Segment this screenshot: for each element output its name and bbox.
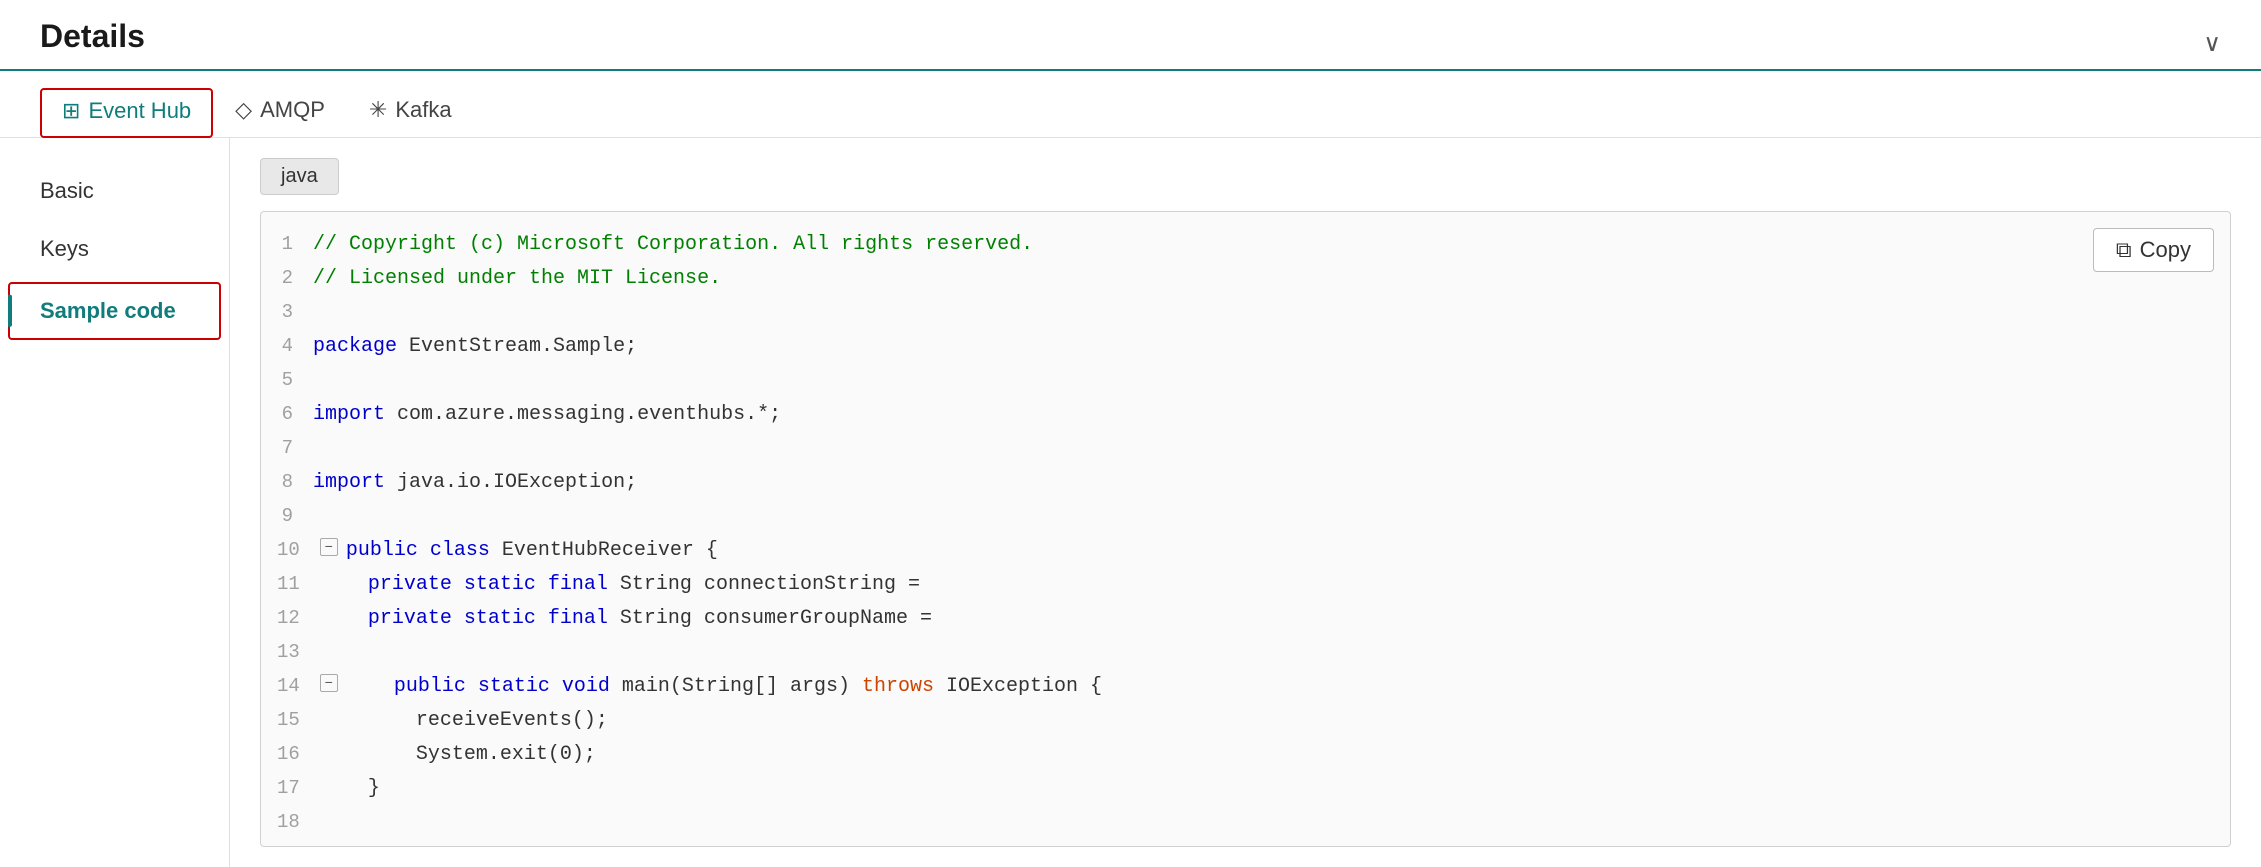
table-row: 2 // Licensed under the MIT License. xyxy=(261,262,2230,296)
table-row: 1 // Copyright (c) Microsoft Corporation… xyxy=(261,228,2230,262)
fold-button-10[interactable]: − xyxy=(320,538,338,556)
copy-button[interactable]: ⧉ Copy xyxy=(2093,228,2214,272)
tab-kafka[interactable]: ✳ Kafka xyxy=(347,87,474,137)
page-title: Details xyxy=(40,18,145,69)
tab-kafka-label: Kafka xyxy=(395,97,451,123)
table-row: 3 xyxy=(261,296,2230,330)
table-row: 8 import java.io.IOException; xyxy=(261,466,2230,500)
main-content: Basic Keys Sample code java ⧉ Copy xyxy=(0,138,2261,867)
tab-event-hub-label: Event Hub xyxy=(88,98,191,124)
tab-event-hub[interactable]: ⊞ Event Hub xyxy=(40,88,213,138)
table-row: 10 − public class EventHubReceiver { xyxy=(261,534,2230,568)
language-selector[interactable]: java xyxy=(260,158,339,195)
sidebar: Basic Keys Sample code xyxy=(0,138,230,867)
sidebar-item-sample-code[interactable]: Sample code xyxy=(8,282,221,340)
page-header: Details ∨ xyxy=(0,0,2261,71)
sidebar-item-sample-code-label: Sample code xyxy=(40,298,176,323)
table-row: 6 import com.azure.messaging.eventhubs.*… xyxy=(261,398,2230,432)
event-hub-icon: ⊞ xyxy=(62,98,80,124)
table-row: 16 System.exit(0); xyxy=(261,738,2230,772)
tabs-row: ⊞ Event Hub ◇ AMQP ✳ Kafka xyxy=(0,71,2261,138)
copy-label: Copy xyxy=(2140,237,2191,263)
kafka-icon: ✳ xyxy=(369,97,387,123)
table-row: 7 xyxy=(261,432,2230,466)
code-block: 1 // Copyright (c) Microsoft Corporation… xyxy=(261,212,2230,847)
code-container: ⧉ Copy 1 // Copyright (c) Microsoft Corp… xyxy=(260,211,2231,847)
table-row: 12 private static final String consumerG… xyxy=(261,602,2230,636)
code-area: java ⧉ Copy 1 // Copyright (c) Microsoft… xyxy=(230,138,2261,867)
table-row: 9 xyxy=(261,500,2230,534)
sidebar-item-keys[interactable]: Keys xyxy=(0,220,229,278)
amqp-icon: ◇ xyxy=(235,97,252,123)
sidebar-item-basic-label: Basic xyxy=(40,178,94,203)
table-row: 13 xyxy=(261,636,2230,670)
sidebar-item-keys-label: Keys xyxy=(40,236,89,261)
table-row: 18 xyxy=(261,806,2230,840)
copy-icon: ⧉ xyxy=(2116,237,2132,263)
tab-amqp[interactable]: ◇ AMQP xyxy=(213,87,347,137)
table-row: 11 private static final String connectio… xyxy=(261,568,2230,602)
table-row: 4 package EventStream.Sample; xyxy=(261,330,2230,364)
collapse-icon[interactable]: ∨ xyxy=(2203,29,2221,58)
table-row: 5 xyxy=(261,364,2230,398)
tab-amqp-label: AMQP xyxy=(260,97,325,123)
sidebar-item-basic[interactable]: Basic xyxy=(0,162,229,220)
table-row: 17 } xyxy=(261,772,2230,806)
fold-button-14[interactable]: − xyxy=(320,674,338,692)
table-row: 14 − public static void main(String[] ar… xyxy=(261,670,2230,704)
table-row: 15 receiveEvents(); xyxy=(261,704,2230,738)
